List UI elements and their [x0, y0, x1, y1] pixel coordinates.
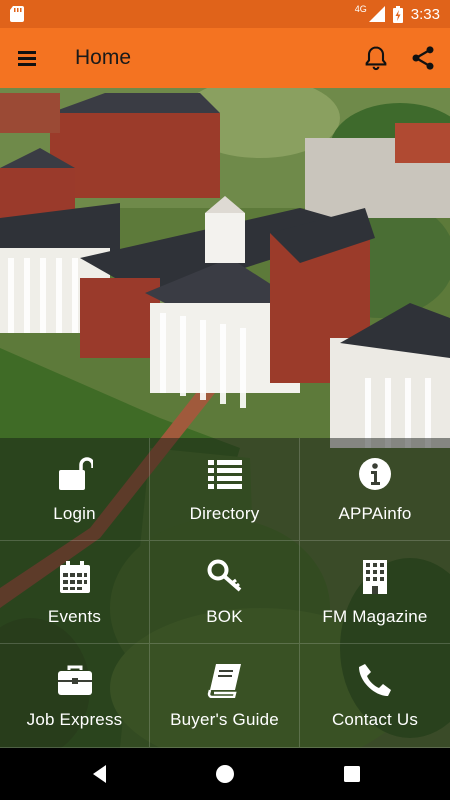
system-navigation-bar	[0, 748, 450, 800]
sd-card-icon	[10, 6, 24, 22]
tile-label: APPAinfo	[338, 504, 412, 523]
home-icon[interactable]	[213, 762, 237, 786]
book-icon	[207, 664, 241, 698]
battery-charging-icon	[392, 5, 403, 23]
tile-login[interactable]: Login	[0, 438, 150, 541]
bell-icon[interactable]	[362, 44, 390, 72]
tile-label: FM Magazine	[322, 607, 428, 626]
tile-events[interactable]: Events	[0, 541, 150, 644]
phone-icon	[359, 664, 391, 696]
unlock-icon	[58, 457, 93, 490]
tile-label: Login	[53, 504, 96, 523]
hamburger-menu-icon[interactable]	[16, 46, 40, 70]
status-bar: 4G 3:33	[0, 0, 450, 28]
calendar-icon	[59, 561, 90, 593]
back-icon[interactable]	[88, 762, 112, 786]
tile-label: Directory	[189, 504, 260, 523]
key-icon	[207, 559, 241, 592]
share-icon[interactable]	[409, 44, 437, 72]
info-icon	[359, 458, 391, 490]
tile-directory[interactable]: Directory	[150, 438, 300, 541]
page-title: Home	[75, 46, 132, 69]
tile-fm-magazine[interactable]: FM Magazine	[300, 541, 450, 644]
tile-buyers-guide[interactable]: Buyer's Guide	[150, 644, 300, 748]
clock: 3:33	[410, 5, 440, 23]
tile-label: Contact Us	[331, 710, 419, 729]
app-bar: Home	[0, 28, 450, 88]
tile-label: Events	[47, 607, 102, 626]
list-icon	[207, 460, 242, 489]
tile-bok[interactable]: BOK	[150, 541, 300, 644]
tile-label: Job Express	[26, 710, 123, 729]
tile-label: BOK	[206, 607, 243, 626]
building-icon	[363, 560, 387, 594]
briefcase-icon	[57, 665, 92, 695]
signal-icon	[368, 6, 385, 22]
tile-label: Buyer's Guide	[170, 710, 279, 729]
recent-apps-icon[interactable]	[340, 762, 364, 786]
network-type: 4G	[354, 4, 367, 14]
menu-grid: Login Directory APPAinfo Events BOK FM M…	[0, 438, 450, 748]
tile-contact-us[interactable]: Contact Us	[300, 644, 450, 748]
tile-job-express[interactable]: Job Express	[0, 644, 150, 748]
tile-appainfo[interactable]: APPAinfo	[300, 438, 450, 541]
